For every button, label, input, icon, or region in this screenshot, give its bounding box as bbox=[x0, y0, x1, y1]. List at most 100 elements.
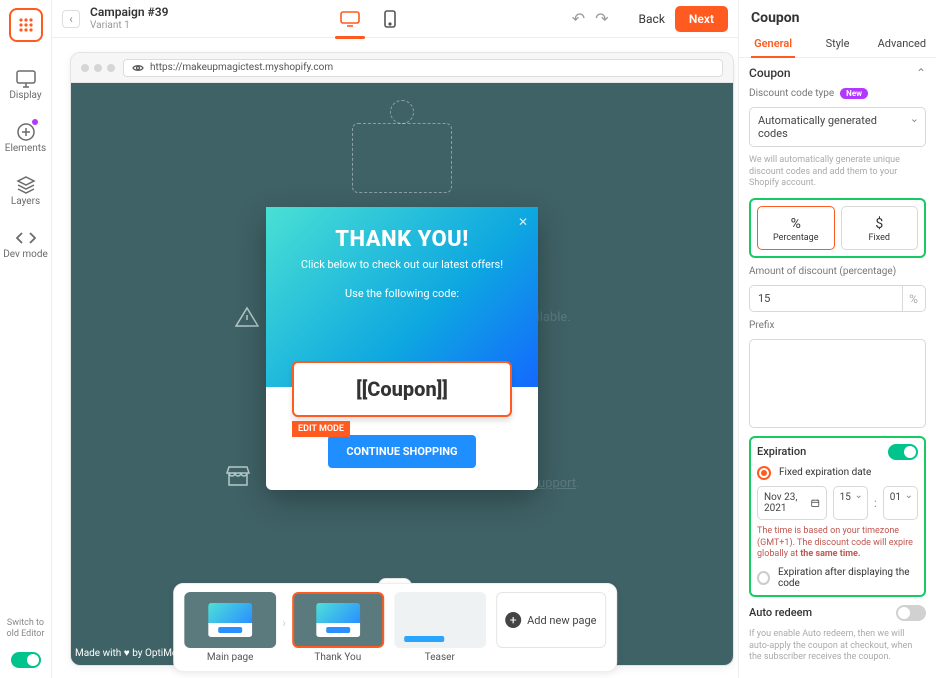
page-label: Main page bbox=[184, 652, 276, 663]
code-icon bbox=[0, 227, 52, 249]
section-label: Coupon bbox=[749, 66, 791, 80]
device-mobile[interactable] bbox=[377, 6, 403, 32]
desktop-icon bbox=[340, 11, 360, 27]
eye-icon bbox=[132, 63, 144, 73]
new-badge: New bbox=[840, 88, 868, 99]
inspector-title: Coupon bbox=[739, 0, 936, 30]
rail-label: Display bbox=[0, 90, 52, 101]
tab-general[interactable]: General bbox=[741, 30, 805, 57]
continue-button[interactable]: CONTINUE SHOPPING bbox=[328, 435, 475, 468]
type-percentage[interactable]: % Percentage bbox=[757, 206, 835, 250]
layers-icon bbox=[0, 174, 52, 196]
rail-label: Dev mode bbox=[0, 249, 52, 260]
made-with-label: Made with ♥ by OptiMonk bbox=[75, 648, 188, 659]
canvas-area: https://makeupmagictest.myshopify.com ma… bbox=[52, 38, 738, 678]
auto-redeem-help: If you enable Auto redeem, then we will … bbox=[749, 629, 926, 664]
back-button[interactable]: Back bbox=[639, 12, 665, 26]
warning-icon bbox=[233, 303, 261, 331]
add-page-button[interactable]: + Add new page bbox=[496, 592, 606, 648]
highlight-box-1: % Percentage $ Fixed bbox=[749, 198, 926, 258]
discount-type-select[interactable]: Automatically generated codes bbox=[749, 107, 926, 147]
coupon-field[interactable]: [[Coupon]] bbox=[292, 361, 512, 417]
tab-advanced[interactable]: Advanced bbox=[870, 30, 934, 57]
amount-input[interactable]: 15 bbox=[749, 285, 903, 312]
next-button[interactable]: Next bbox=[675, 6, 728, 32]
page-card-thankyou[interactable]: Thank You bbox=[292, 592, 384, 663]
page-card-main[interactable]: Main page bbox=[184, 592, 276, 663]
percent-icon: % bbox=[758, 215, 834, 233]
left-rail: Display Elements Layers Dev mode Switch … bbox=[0, 0, 52, 678]
chevron-up-icon: ⌃ bbox=[916, 66, 926, 80]
radio-label: Expiration after displaying the code bbox=[778, 567, 918, 589]
discount-help: We will automatically generate unique di… bbox=[749, 155, 926, 190]
add-page-label: Add new page bbox=[527, 614, 596, 627]
timezone-warning: The time is based on your timezone (GMT+… bbox=[757, 526, 918, 561]
type-fixed[interactable]: $ Fixed bbox=[841, 206, 919, 250]
redo-icon[interactable]: ↷ bbox=[595, 9, 608, 28]
page-tray: Main page › Thank You Teaser + Add new p… bbox=[173, 583, 617, 672]
mobile-icon bbox=[384, 10, 396, 28]
device-desktop[interactable] bbox=[337, 6, 363, 32]
date-picker[interactable]: Nov 23, 2021 bbox=[757, 486, 827, 520]
inspector-tabs: General Style Advanced bbox=[739, 30, 936, 58]
rail-switch-label: Switch to old Editor bbox=[0, 618, 51, 648]
date-value: Nov 23, 2021 bbox=[764, 492, 805, 514]
plus-icon: + bbox=[505, 612, 521, 628]
inspector-panel: Coupon General Style Advanced Coupon ⌃ D… bbox=[738, 0, 936, 678]
campaign-title: Campaign #39 bbox=[90, 6, 168, 19]
expiration-toggle[interactable] bbox=[888, 444, 918, 460]
section-coupon-header[interactable]: Coupon ⌃ bbox=[749, 66, 926, 80]
modal-usecode: Use the following code: bbox=[280, 287, 524, 300]
rail-layers[interactable]: Layers bbox=[0, 166, 52, 219]
prefix-input[interactable] bbox=[749, 339, 926, 428]
popup-modal[interactable]: ✕ THANK YOU! Click below to check out ou… bbox=[266, 207, 538, 490]
edit-mode-chip: EDIT MODE bbox=[292, 421, 350, 437]
url-bar[interactable]: https://makeupmagictest.myshopify.com bbox=[123, 59, 723, 77]
type-label: Fixed bbox=[842, 233, 918, 243]
auto-redeem-toggle[interactable] bbox=[896, 605, 926, 621]
plus-circle-icon bbox=[0, 121, 52, 143]
modal-subtitle: Click below to check out our latest offe… bbox=[280, 258, 524, 271]
radio-label: Fixed expiration date bbox=[779, 467, 871, 478]
rail-display[interactable]: Display bbox=[0, 60, 52, 113]
url-text: https://makeupmagictest.myshopify.com bbox=[150, 62, 333, 73]
rail-label: Layers bbox=[0, 196, 52, 207]
calendar-icon bbox=[811, 497, 819, 509]
page-label: Teaser bbox=[394, 652, 486, 663]
variant-label: Variant 1 bbox=[90, 20, 168, 31]
modal-header: ✕ THANK YOU! Click below to check out ou… bbox=[266, 207, 538, 387]
radio-after-display[interactable]: Expiration after displaying the code bbox=[757, 567, 918, 589]
auto-redeem-label: Auto redeem bbox=[749, 606, 812, 619]
rail-devmode[interactable]: Dev mode bbox=[0, 219, 52, 272]
bg-placeholder-frame bbox=[352, 123, 452, 193]
top-bar: ‹ Campaign #39 Variant 1 ↶ ↷ Back Next bbox=[52, 0, 738, 38]
page-card-teaser[interactable]: Teaser bbox=[394, 592, 486, 663]
tab-style[interactable]: Style bbox=[805, 30, 869, 57]
monitor-icon bbox=[0, 68, 52, 90]
prefix-label: Prefix bbox=[749, 320, 926, 331]
amount-label: Amount of discount (percentage) bbox=[749, 266, 926, 277]
browser-frame: https://makeupmagictest.myshopify.com ma… bbox=[70, 52, 734, 666]
discount-type-label: Discount code type New bbox=[749, 88, 926, 99]
title-block: Campaign #39 Variant 1 bbox=[90, 6, 168, 30]
brand-logo[interactable] bbox=[9, 8, 43, 42]
switch-editor-toggle[interactable] bbox=[11, 652, 41, 668]
minute-select[interactable]: 01 bbox=[883, 486, 918, 520]
radio-fixed-date[interactable]: Fixed expiration date bbox=[757, 466, 918, 480]
window-dots bbox=[81, 64, 115, 72]
browser-header: https://makeupmagictest.myshopify.com bbox=[71, 53, 733, 83]
dollar-icon: $ bbox=[842, 215, 918, 233]
close-icon[interactable]: ✕ bbox=[518, 215, 528, 229]
chevron-right-icon: › bbox=[282, 616, 286, 630]
percent-suffix-icon: % bbox=[902, 285, 926, 312]
modal-title: THANK YOU! bbox=[280, 227, 524, 252]
back-chip[interactable]: ‹ bbox=[62, 10, 80, 28]
expiration-label: Expiration bbox=[757, 445, 806, 458]
hour-select[interactable]: 15 bbox=[833, 486, 868, 520]
rail-label: Elements bbox=[0, 143, 52, 154]
store-icon bbox=[224, 462, 252, 490]
rail-elements[interactable]: Elements bbox=[0, 113, 52, 166]
page-label: Thank You bbox=[292, 652, 384, 663]
notification-dot bbox=[32, 119, 38, 125]
undo-icon[interactable]: ↶ bbox=[572, 9, 585, 28]
